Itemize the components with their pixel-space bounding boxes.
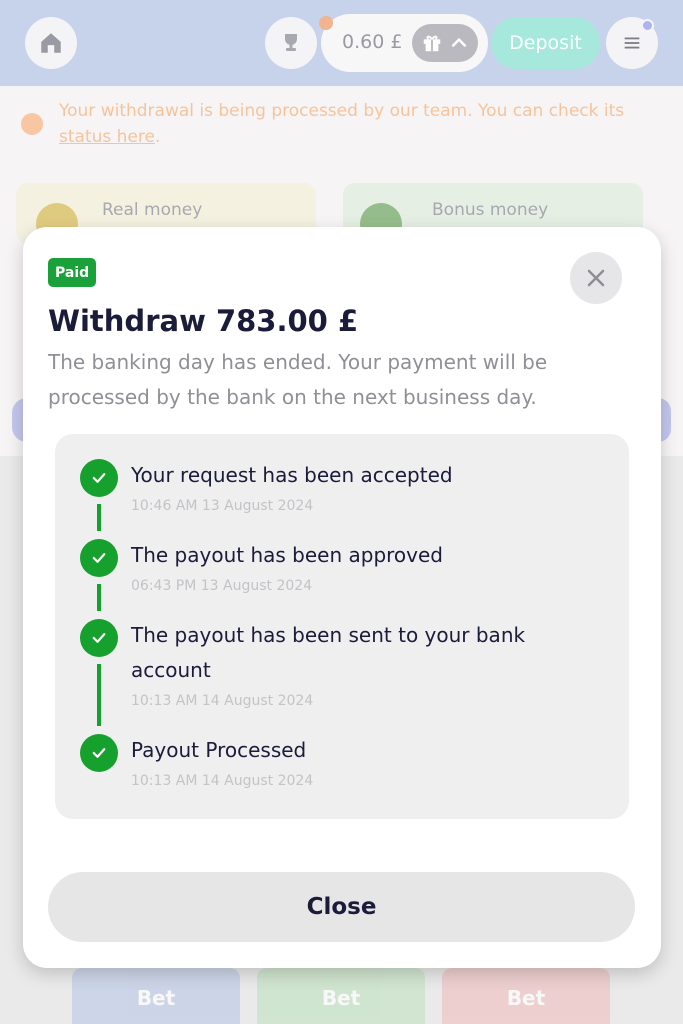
trophy-button[interactable] [265, 17, 317, 69]
status-badge: Paid [48, 258, 97, 287]
deposit-button[interactable]: Deposit [491, 17, 600, 69]
withdraw-modal: Paid Withdraw 783.00 £ The banking day h… [23, 227, 661, 968]
menu-icon [624, 37, 640, 49]
real-money-label: Real money [102, 200, 203, 220]
check-icon [80, 619, 118, 657]
step-time: 06:43 PM 13 August 2024 [131, 578, 313, 594]
bonus-money-label: Bonus money [432, 200, 549, 220]
withdrawal-notice: Your withdrawal is being processed by ou… [59, 98, 659, 150]
bet-tab[interactable]: Bet [442, 968, 610, 1024]
timeline-connector [97, 504, 101, 531]
bet-tab[interactable]: Bet [257, 968, 425, 1024]
step-time: 10:46 AM 13 August 2024 [131, 498, 314, 514]
notice-text: Your withdrawal is being processed by ou… [59, 101, 625, 121]
notification-dot [319, 16, 333, 30]
step-title: Payout Processed [131, 738, 307, 762]
balance-amount: 0.60 £ [342, 31, 403, 53]
step-title: Your request has been accepted [131, 463, 453, 487]
clock-icon [21, 113, 43, 135]
bonus-toggle[interactable] [412, 24, 478, 62]
check-icon [80, 539, 118, 577]
close-button[interactable]: Close [48, 872, 635, 942]
timeline-connector [97, 664, 101, 726]
home-button[interactable] [25, 17, 77, 69]
modal-description: The banking day has ended. Your payment … [48, 350, 548, 409]
close-modal-button[interactable] [570, 252, 622, 304]
step-time: 10:13 AM 14 August 2024 [131, 693, 314, 709]
home-icon [41, 33, 61, 53]
status-link[interactable]: status here [59, 127, 155, 147]
notification-dot [641, 19, 654, 32]
modal-title: Withdraw 783.00 £ [48, 304, 359, 338]
check-icon [80, 459, 118, 497]
check-icon [80, 734, 118, 772]
step-title: The payout has been sent to your bank ac… [131, 623, 526, 682]
close-icon [587, 269, 605, 287]
notice-suffix: . [154, 127, 161, 147]
payout-timeline: Your request has been accepted 10:46 AM … [55, 434, 629, 819]
trophy-icon [285, 34, 297, 51]
timeline-connector [97, 584, 101, 611]
gift-icon [423, 35, 441, 52]
bet-tab[interactable]: Bet [72, 968, 240, 1024]
step-time: 10:13 AM 14 August 2024 [131, 773, 314, 789]
step-title: The payout has been approved [131, 543, 444, 567]
chevron-up-icon [451, 37, 467, 47]
